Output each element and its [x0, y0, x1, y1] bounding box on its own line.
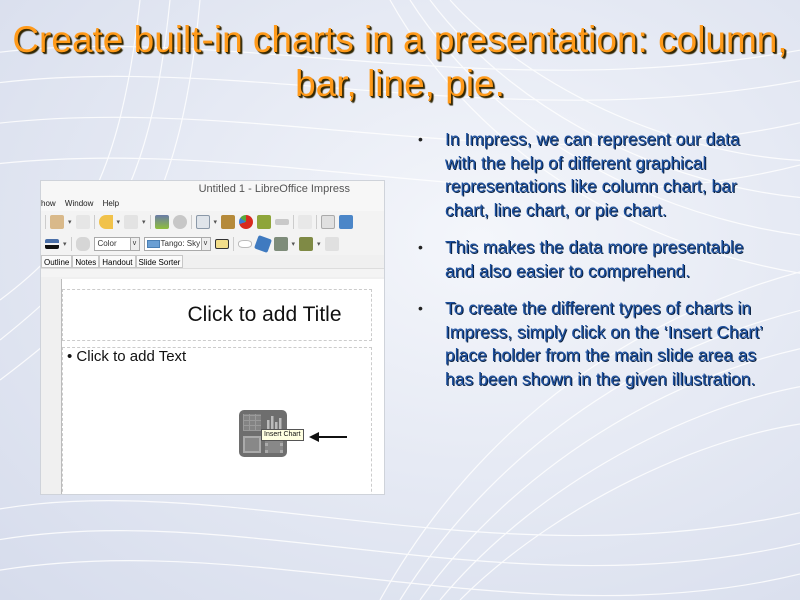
redo-icon[interactable] [124, 215, 139, 229]
hyperlink-icon[interactable] [298, 215, 313, 229]
undo-icon[interactable] [98, 215, 113, 229]
bullet-list: • In Impress, we can represent our data w… [415, 128, 765, 405]
dropdown-arrow-icon[interactable]: ▾ [292, 240, 296, 248]
slide-icon[interactable] [321, 215, 336, 229]
tab-outline[interactable]: Outline [41, 255, 73, 268]
window-title: Untitled 1 - LibreOffice Impress [41, 181, 384, 197]
toolbar-separator [149, 215, 151, 229]
menu-window[interactable]: Window [65, 199, 93, 208]
drawing-toolbar: ▾ Color v Tango: Sky v ▾ ▾ [41, 233, 384, 255]
title-placeholder[interactable]: Click to add Title [62, 289, 372, 341]
shadow-icon[interactable] [214, 239, 229, 249]
clone-formatting-icon[interactable] [75, 215, 90, 229]
connector-icon[interactable] [275, 219, 290, 225]
arrange-icon[interactable] [299, 237, 314, 251]
fill-color-select[interactable]: Tango: Sky v [143, 237, 211, 251]
insert-chart-tooltip: Insert Chart [261, 429, 304, 441]
menu-view[interactable]: how [41, 199, 56, 208]
toolbar-separator [190, 215, 192, 229]
fill-type-select[interactable]: Color v [93, 237, 140, 251]
tab-handout[interactable]: Handout [99, 255, 136, 268]
tab-notes[interactable]: Notes [72, 255, 100, 268]
display-icon[interactable] [339, 215, 354, 229]
chevron-down-icon: v [200, 238, 210, 250]
dropdown-arrow-icon[interactable]: ▾ [117, 218, 121, 226]
insert-table-icon[interactable] [243, 414, 261, 431]
tab-slide-sorter[interactable]: Slide Sorter [135, 255, 184, 268]
pointer-arrow-icon [309, 432, 347, 442]
paste-icon[interactable] [50, 215, 64, 229]
dropdown-arrow-icon[interactable]: ▾ [142, 218, 146, 226]
menubar: how Window Help [41, 197, 384, 211]
zoom-icon[interactable] [172, 215, 187, 229]
bullet-item: • To create the different types of charts… [418, 298, 763, 389]
insert-image-icon[interactable] [243, 436, 261, 453]
spelling-icon[interactable] [154, 215, 169, 229]
dropdown-arrow-icon[interactable]: ▾ [68, 218, 72, 226]
bullet-dot: • [418, 239, 423, 255]
distribute-icon[interactable] [324, 237, 339, 251]
toolbar-separator [45, 215, 46, 229]
chevron-down-icon: v [129, 238, 139, 250]
bullet-item: • This makes the data more presentable an… [418, 237, 744, 281]
text-placeholder[interactable]: • Click to add Text [62, 347, 372, 494]
image-icon[interactable] [221, 215, 236, 229]
view-tabs: Outline Notes Handout Slide Sorter [41, 255, 384, 269]
toolbar-separator [316, 215, 318, 229]
bullet-dot: • [418, 131, 423, 147]
movie-icon[interactable] [257, 215, 272, 229]
toolbar-separator [70, 237, 72, 251]
menu-help[interactable]: Help [103, 199, 119, 208]
toolbar-separator [232, 237, 234, 251]
line-style-icon[interactable] [45, 239, 59, 249]
slide-title: Create built-in charts in a presentation… [12, 19, 788, 104]
align-icon[interactable] [273, 237, 288, 251]
fill-bucket-icon[interactable] [75, 237, 90, 251]
dropdown-arrow-icon[interactable]: ▾ [214, 218, 218, 226]
color-swatch [146, 240, 160, 248]
table-icon[interactable] [195, 215, 210, 229]
rotate-icon[interactable] [253, 235, 272, 253]
shape-icon[interactable] [237, 240, 252, 248]
dropdown-arrow-icon[interactable]: ▾ [63, 240, 67, 248]
standard-toolbar: ▾ ▾ ▾ ▾ [41, 211, 384, 233]
toolbar-separator [293, 215, 295, 229]
slide-workspace: Click to add Title • Click to add Text I… [41, 277, 384, 494]
bullet-item: • In Impress, we can represent our data w… [418, 129, 740, 220]
libreoffice-screenshot: Untitled 1 - LibreOffice Impress how Win… [40, 180, 385, 495]
bullet-dot: • [418, 300, 423, 316]
dropdown-arrow-icon[interactable]: ▾ [317, 240, 321, 248]
toolbar-separator [93, 215, 95, 229]
chart-icon[interactable] [239, 215, 254, 229]
